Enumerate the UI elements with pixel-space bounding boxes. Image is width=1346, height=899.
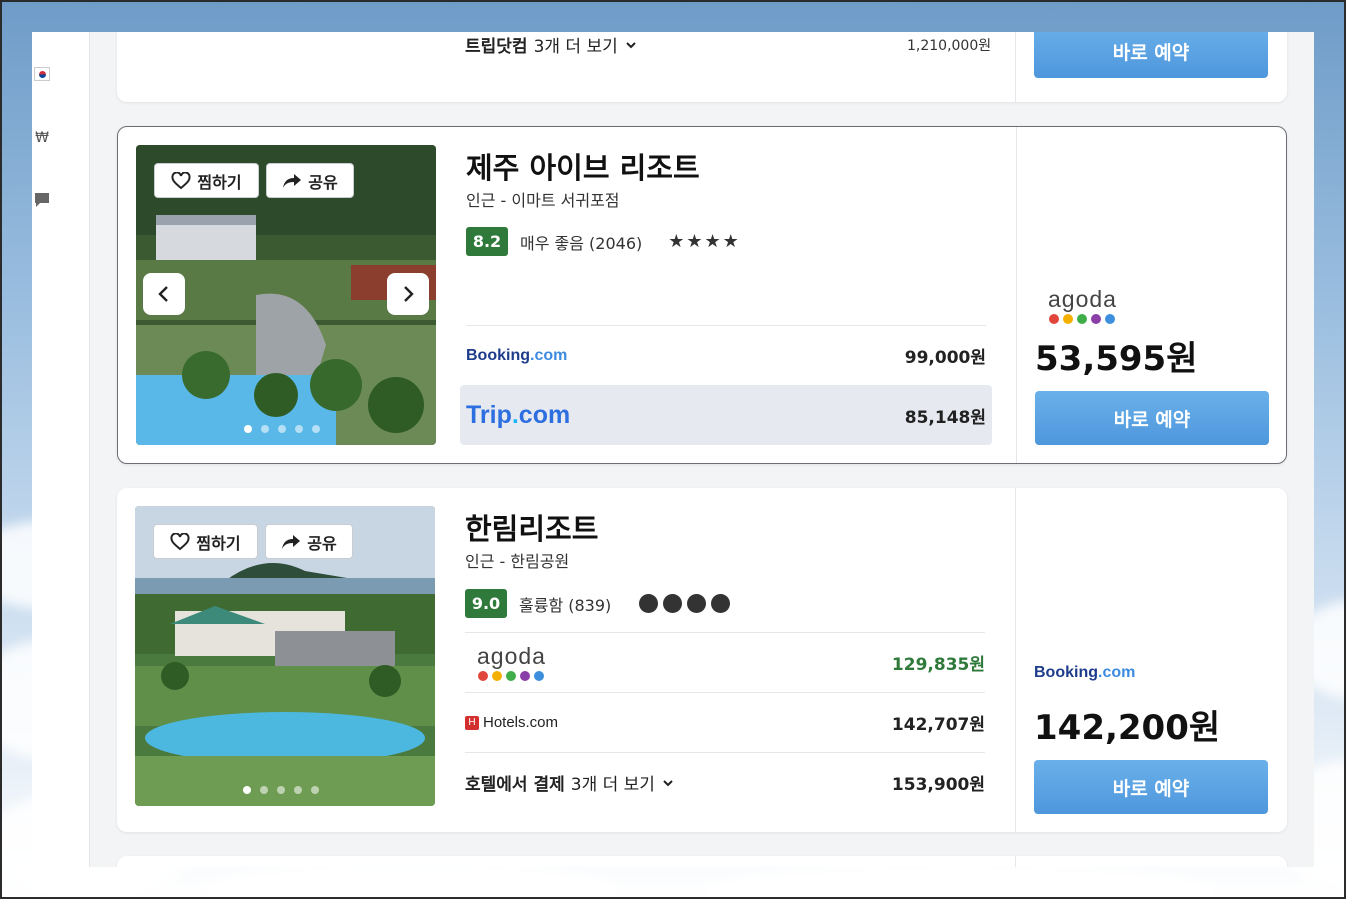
- score-badge: 8.2: [466, 227, 508, 256]
- hotel-card-previous: 트립닷컴 3개 더 보기 1,210,000원 바로 예약: [117, 32, 1287, 102]
- share-arrow-icon: [283, 173, 302, 188]
- heart-icon: [170, 532, 190, 550]
- hotel-photo[interactable]: 찜하기 공유: [135, 506, 435, 806]
- book-now-button[interactable]: 바로 예약: [1035, 391, 1269, 445]
- offer-price: 153,900원: [891, 775, 985, 795]
- hotel-card-hallim[interactable]: 찜하기 공유 한림리조트 인근 - 한림공원 9.0 훌륭함 (839) ago…: [117, 488, 1287, 832]
- star-rating: ★★★★: [668, 231, 741, 252]
- offer-price: 142,707원: [891, 715, 985, 735]
- favorite-button[interactable]: 찜하기: [154, 163, 259, 198]
- hotel-name[interactable]: 한림리조트: [465, 506, 598, 548]
- hotel-name[interactable]: 제주 아이브 리조트: [466, 145, 700, 187]
- share-label: 공유: [308, 172, 338, 192]
- browser-viewport: ₩ 트립닷컴 3개 더 보기 1,210,000원 바로 예약 찜하기 공유 제…: [32, 32, 1314, 867]
- chevron-down-icon: [626, 41, 636, 48]
- share-button[interactable]: 공유: [266, 163, 354, 198]
- agoda-logo-icon: agoda: [1048, 287, 1117, 324]
- offer-row-agoda[interactable]: agoda 129,835원: [465, 632, 985, 692]
- offer-row-more[interactable]: 호텔에서 결제 3개 더 보기 153,900원: [465, 752, 985, 812]
- hotels-logo-icon: H Hotels.com: [465, 714, 558, 731]
- more-offers-link[interactable]: 호텔에서 결제 3개 더 보기: [465, 770, 675, 795]
- hotel-card-aive[interactable]: 찜하기 공유 제주 아이브 리조트 인근 - 이마트 서귀포점 8.2 매우 좋…: [117, 126, 1287, 464]
- offer-price: 99,000원: [904, 348, 986, 368]
- offer-row-trip[interactable]: Trip.com 85,148원: [460, 385, 992, 445]
- favorite-button[interactable]: 찜하기: [153, 524, 258, 559]
- left-rail: ₩: [32, 32, 90, 867]
- chevron-down-icon: [663, 779, 673, 786]
- share-label: 공유: [307, 533, 337, 553]
- circle-rating: [639, 594, 731, 613]
- chevron-left-icon: [158, 286, 168, 302]
- favorite-label: 찜하기: [196, 533, 241, 553]
- photo-pagination: [243, 786, 319, 794]
- booking-logo-icon: Booking.com: [1034, 664, 1136, 681]
- prev-photo-button[interactable]: [143, 273, 185, 315]
- photo-pagination: [244, 425, 320, 433]
- share-arrow-icon: [282, 534, 301, 549]
- offer-row-booking[interactable]: Booking.com 99,000원: [466, 325, 986, 385]
- offer-price: 1,210,000원: [907, 38, 992, 54]
- won-icon[interactable]: ₩: [32, 128, 52, 148]
- more-offers-link[interactable]: 트립닷컴 3개 더 보기: [465, 32, 638, 57]
- chevron-right-icon: [404, 286, 414, 302]
- offer-price: 85,148원: [904, 407, 986, 428]
- booking-logo-icon: Booking.com: [466, 346, 568, 364]
- review-text: 매우 좋음 (2046): [520, 233, 643, 253]
- rating-row: 9.0 훌륭함 (839): [465, 589, 731, 618]
- rating-row: 8.2 매우 좋음 (2046) ★★★★: [466, 227, 741, 256]
- book-now-button[interactable]: 바로 예약: [1034, 32, 1268, 78]
- next-photo-button[interactable]: [387, 273, 429, 315]
- best-price: 142,200원: [1034, 708, 1221, 748]
- offer-price: 129,835원: [891, 655, 985, 675]
- offer-row-hotels[interactable]: H Hotels.com 142,707원: [465, 692, 985, 752]
- heart-icon: [171, 171, 191, 189]
- hotel-card-next: [117, 856, 1287, 867]
- hotel-nearby: 인근 - 이마트 서귀포점: [466, 191, 620, 210]
- book-now-button[interactable]: 바로 예약: [1034, 760, 1268, 814]
- best-price: 53,595원: [1035, 339, 1198, 379]
- hotel-photo[interactable]: 찜하기 공유: [136, 145, 436, 445]
- score-badge: 9.0: [465, 589, 507, 618]
- agoda-logo-icon: agoda: [477, 644, 546, 681]
- favorite-label: 찜하기: [197, 172, 242, 192]
- trip-logo-icon: Trip.com: [466, 400, 571, 429]
- hotel-nearby: 인근 - 한림공원: [465, 552, 570, 571]
- share-button[interactable]: 공유: [265, 524, 353, 559]
- feedback-icon[interactable]: [32, 190, 52, 210]
- korea-flag-icon[interactable]: [32, 64, 52, 84]
- review-text: 훌륭함 (839): [519, 595, 612, 615]
